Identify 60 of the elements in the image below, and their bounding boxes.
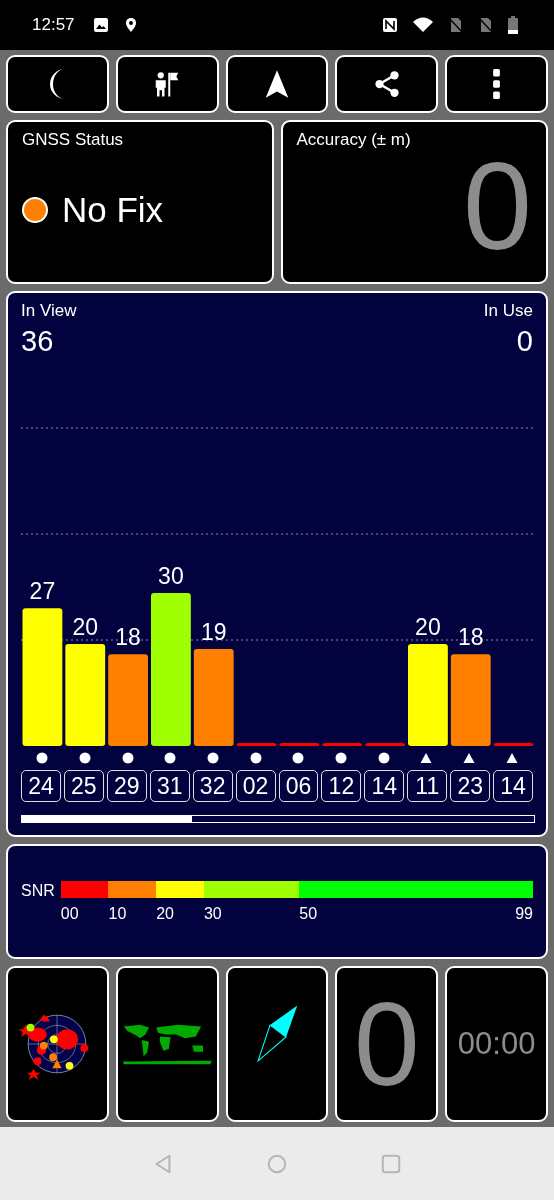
bar-value: 18: [457, 624, 484, 651]
share-button[interactable]: [335, 55, 439, 113]
navigation-button[interactable]: [225, 55, 329, 113]
satellite-id: 31: [149, 770, 190, 802]
person-flag-button[interactable]: [115, 55, 219, 113]
satellite-id: 11: [407, 770, 448, 802]
satellite-id: 12: [321, 770, 362, 802]
snr-bar: [236, 743, 277, 746]
satellite-id: 14: [493, 770, 534, 802]
satellite-id: 24: [21, 770, 61, 802]
satellite-id: 23: [450, 770, 491, 802]
bar-value: 18: [115, 624, 141, 651]
bar-value: 20: [415, 614, 441, 640]
bar-value: 30: [158, 563, 184, 589]
snr-bar: [279, 743, 320, 746]
battery-icon: [508, 16, 518, 34]
snr-bar: [322, 743, 363, 746]
image-icon: [92, 17, 109, 33]
compass-tile[interactable]: [225, 966, 329, 1122]
snr-bar: [493, 743, 534, 746]
in-use-count: 0: [516, 325, 533, 358]
satellite-id: 02: [235, 770, 276, 802]
snr-tick-label: 00: [60, 905, 79, 923]
timer-tile[interactable]: 00:00: [445, 966, 548, 1122]
satellite-id: 25: [63, 770, 104, 802]
snr-tick-label: 20: [156, 905, 174, 923]
satellite-id: 32: [192, 770, 233, 802]
accuracy-value: 0: [463, 144, 532, 268]
snr-tick-label: 30: [203, 905, 222, 923]
more-icon: [493, 69, 501, 99]
clock: 12:57: [32, 15, 75, 35]
bar-value: 27: [29, 578, 56, 605]
snr-tick-label: 10: [108, 905, 127, 923]
in-use-label: In Use: [483, 301, 533, 321]
satellite-id: 06: [278, 770, 319, 802]
no-sim-icon: [448, 17, 464, 33]
map-tile[interactable]: [115, 966, 219, 1122]
night-mode-button[interactable]: [6, 55, 109, 113]
satellite-id: 29: [106, 770, 147, 802]
nfc-icon: [382, 17, 398, 33]
bar-value: 20: [72, 614, 99, 640]
fix-status: No Fix: [62, 190, 164, 230]
in-view-label: In View: [21, 301, 77, 321]
snr-label: SNR: [21, 881, 55, 901]
timer-value: 00:00: [457, 1026, 536, 1062]
snr-bar: [365, 743, 405, 746]
more-options-button[interactable]: [445, 55, 548, 113]
snr-tick-label: 50: [299, 905, 318, 923]
speed-tile[interactable]: 0: [335, 966, 439, 1122]
snr-tick-label: 99: [515, 905, 533, 923]
moon-icon: [49, 69, 65, 99]
sky-view-tile[interactable]: [6, 966, 109, 1122]
bar-value: 19: [200, 619, 227, 646]
speed-value: 0: [353, 985, 420, 1103]
in-view-count: 36: [21, 325, 55, 358]
wifi-icon: [412, 17, 434, 33]
card-title: Accuracy (± m): [296, 130, 411, 150]
satellite-id: 14: [364, 770, 405, 802]
card-title: GNSS Status: [22, 130, 125, 150]
no-sim-icon: [478, 17, 494, 33]
